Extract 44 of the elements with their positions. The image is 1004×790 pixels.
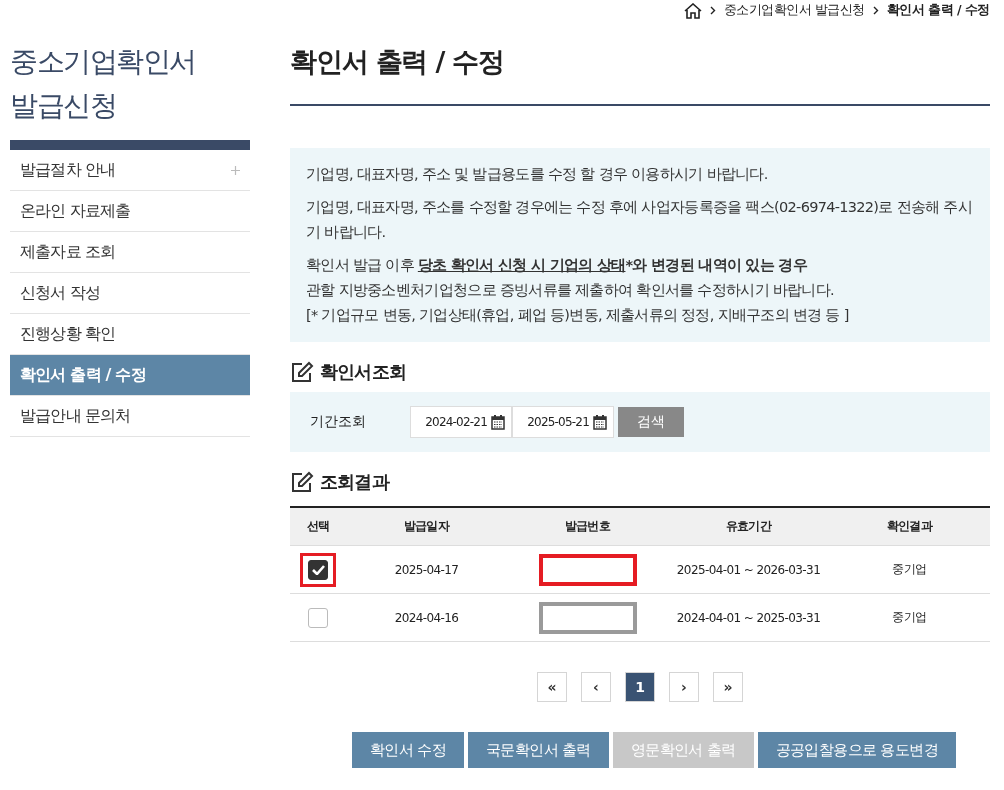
table-cell: 2025-04-17 bbox=[394, 562, 459, 577]
check-icon bbox=[311, 564, 325, 575]
notice-text: 기업명, 대표자명, 주소 및 발급용도를 수정 할 경우 이용하시기 바랍니다. bbox=[306, 165, 769, 184]
table-cell: 2025-04-01 ~ 2026-03-31 bbox=[676, 562, 821, 577]
checkbox[interactable] bbox=[308, 559, 328, 580]
page-button[interactable]: « bbox=[537, 672, 567, 702]
period-label: 기간조회 bbox=[310, 413, 367, 431]
page-title: 확인서 출력 / 수정 bbox=[290, 44, 990, 106]
column-header: 선택 bbox=[306, 518, 330, 535]
calendar-icon[interactable] bbox=[593, 414, 607, 430]
table-cell: 중기업 bbox=[892, 561, 927, 578]
section-title: 조회결과 bbox=[320, 470, 389, 494]
column-header: 확인결과 bbox=[886, 518, 933, 535]
edit-icon bbox=[290, 361, 314, 383]
calendar-icon[interactable] bbox=[491, 414, 505, 430]
notice-text: 확인서 발급 이후 당초 확인서 신청 시 기업의 상태*와 변경된 내역이 있는 경우 bbox=[306, 256, 809, 275]
sidebar-item[interactable]: 확인서 출력 / 수정 bbox=[10, 355, 250, 396]
table-cell: 2024-04-01 ~ 2025-03-31 bbox=[676, 610, 821, 625]
action-button[interactable]: 확인서 수정 bbox=[351, 732, 464, 768]
section-title: 확인서조회 bbox=[320, 360, 406, 384]
edit-icon bbox=[290, 471, 314, 493]
checkbox[interactable] bbox=[308, 607, 328, 628]
breadcrumb-link[interactable]: 확인서 출력 / 수정 bbox=[886, 2, 990, 19]
table-cell: 중기업 bbox=[892, 609, 927, 626]
page-button[interactable]: ‹ bbox=[581, 672, 611, 702]
action-button[interactable]: 국문확인서 출력 bbox=[468, 732, 609, 768]
start-date-field[interactable]: 2024-02-21 bbox=[410, 406, 512, 438]
home-icon[interactable] bbox=[683, 2, 702, 19]
chevron-right-icon bbox=[872, 6, 879, 15]
page-button[interactable]: 1 bbox=[625, 672, 655, 702]
notice-text: 기업명, 대표자명, 주소를 수정할 경우에는 수정 후에 사업자등록증을 팩스(02-6974-1322)로 전송해 주시기 바랍니다. bbox=[306, 198, 973, 242]
column-header: 발급일자 bbox=[403, 518, 450, 535]
page-button[interactable]: › bbox=[669, 672, 699, 702]
action-button[interactable]: 공공입찰용으로 용도변경 bbox=[757, 732, 957, 768]
search-button[interactable]: 검색 bbox=[618, 407, 684, 437]
breadcrumb-link[interactable]: 중소기업확인서 발급신청 bbox=[723, 2, 865, 19]
end-date-field[interactable]: 2025-05-21 bbox=[512, 406, 614, 438]
column-header: 유효기간 bbox=[725, 518, 772, 535]
page-button[interactable]: » bbox=[713, 672, 743, 702]
table-cell: 2024-04-16 bbox=[394, 610, 459, 625]
notice-text: 관할 지방중소벤처기업청으로 증빙서류를 제출하여 확인서를 수정하시기 바랍니다. bbox=[306, 281, 835, 300]
notice-text: [* 기업규모 변동, 기업상태(휴업, 폐업 등)변동, 제출서류의 정정, 지배구조의 변경 등 ] bbox=[306, 306, 850, 325]
column-header: 발급번호 bbox=[564, 518, 611, 535]
chevron-right-icon bbox=[709, 6, 716, 15]
